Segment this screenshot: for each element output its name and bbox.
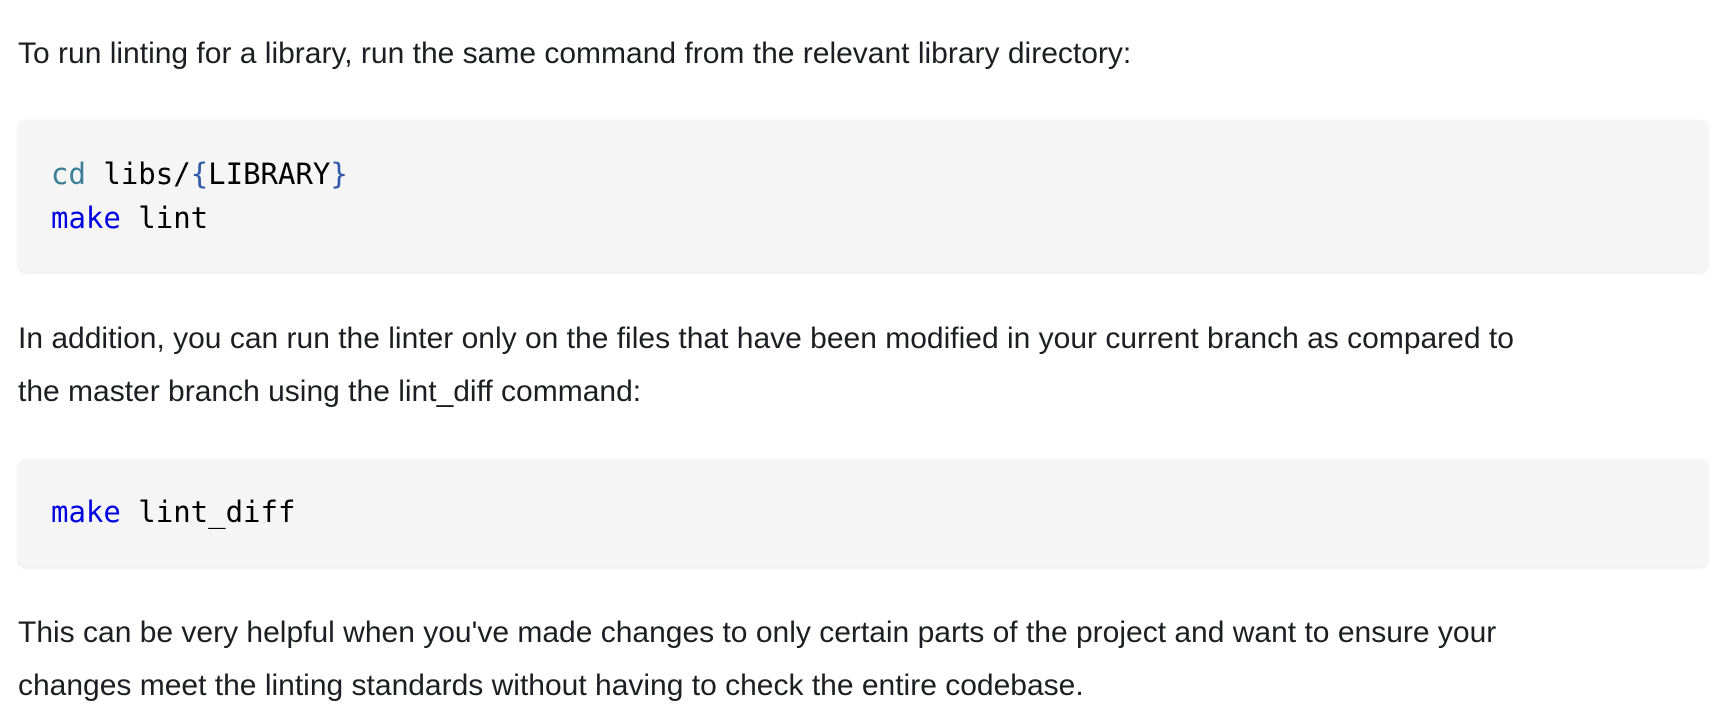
code-token-command: make bbox=[51, 495, 121, 529]
addition-paragraph: In addition, you can run the linter only… bbox=[18, 312, 1708, 418]
helpful-text-line2: changes meet the linting standards witho… bbox=[18, 669, 1084, 702]
code-block-lint-library[interactable]: cd libs/{LIBRARY} make lint bbox=[18, 120, 1708, 272]
code-block-lint-diff[interactable]: make lint_diff bbox=[18, 459, 1708, 567]
code-token-target: lint_diff bbox=[120, 495, 296, 529]
code-token-path: libs/ bbox=[85, 157, 191, 191]
intro-paragraph: To run linting for a library, run the sa… bbox=[18, 27, 1708, 80]
intro-text: To run linting for a library, run the sa… bbox=[18, 37, 1132, 70]
addition-text-line1: In addition, you can run the linter only… bbox=[18, 322, 1514, 355]
code-token-target: lint bbox=[120, 201, 209, 235]
code-line-cd: cd libs/{LIBRARY} bbox=[51, 152, 348, 196]
code-token-command: make bbox=[51, 201, 121, 235]
helpful-paragraph: This can be very helpful when you've mad… bbox=[18, 606, 1708, 712]
addition-text-line2: the master branch using the lint_diff co… bbox=[18, 375, 642, 408]
code-token-brace-open: { bbox=[190, 157, 209, 191]
code-line-make-lint-diff: make lint_diff bbox=[51, 490, 295, 534]
code-token-variable: LIBRARY bbox=[208, 157, 331, 191]
code-token-builtin: cd bbox=[51, 157, 86, 191]
helpful-text-line1: This can be very helpful when you've mad… bbox=[18, 616, 1497, 649]
code-token-brace-close: } bbox=[330, 157, 348, 191]
code-line-make-lint: make lint bbox=[51, 196, 208, 240]
